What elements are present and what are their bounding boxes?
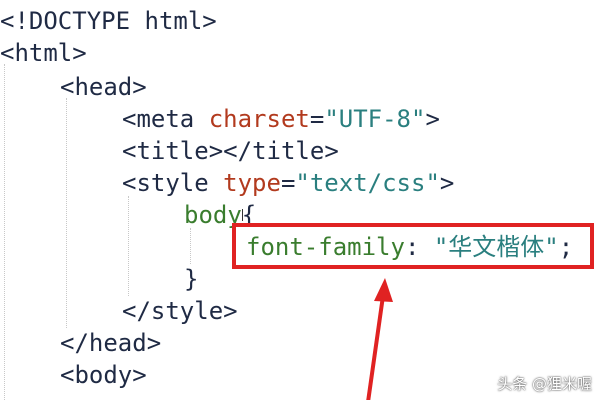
indent-guide [190,228,191,264]
code-token: > [425,105,440,133]
code-token: > [132,73,147,101]
code-token: < [0,39,15,67]
code-token: meta [136,105,209,133]
code-token: > [202,7,217,35]
code-token: head [74,73,133,101]
code-token: > [439,169,455,197]
code-token: < [60,73,75,101]
code-line: <title></title> [122,135,339,167]
highlight-box [232,223,594,269]
code-token: </ [122,297,151,325]
watermark: 头条 @狸米喔 [497,375,592,393]
code-line: <head> [60,71,147,103]
code-token: title [252,137,325,165]
code-line: </style> [122,295,238,327]
code-token: "UTF-8" [324,105,426,133]
text-cursor [242,209,243,221]
code-line: <style type="text/css"> [122,167,454,199]
code-line: <body> [60,359,147,391]
code-token: > [132,361,147,389]
code-token: !DOCTYPE html [14,7,203,35]
indent-guide [66,98,67,328]
code-token: charset [208,105,310,133]
code-line: } [184,263,198,295]
code-line: </head> [60,327,161,359]
indent-guide [128,196,129,296]
code-token: = [280,169,296,197]
code-token: title [136,137,209,165]
code-token: < [122,137,137,165]
code-token: > [324,137,339,165]
code-line: <!DOCTYPE html> [0,5,217,37]
code-token: < [0,7,15,35]
code-token: ></ [208,137,253,165]
code-token: style [150,297,224,325]
code-token: > [223,297,238,325]
code-token: > [72,39,87,67]
code-token: type [223,169,281,197]
code-token: style [136,169,224,197]
code-token: } [184,265,199,293]
code-token: html [14,39,73,67]
code-token: "text/css" [295,169,440,197]
code-token: </ [60,329,89,357]
code-token: < [122,169,137,197]
indent-guide [4,64,5,400]
arrow-head [374,278,393,302]
code-line: <meta charset="UTF-8"> [122,103,440,135]
code-editor[interactable]: <!DOCTYPE html> <html> <head> <meta charset… [0,0,600,400]
code-token: > [146,329,162,357]
code-token: = [309,105,325,133]
code-token: < [122,105,137,133]
arrow-shaft [366,295,385,400]
code-token: head [88,329,147,357]
code-line: <html> [0,37,87,69]
code-token: < [60,361,75,389]
code-token: body [74,361,133,389]
